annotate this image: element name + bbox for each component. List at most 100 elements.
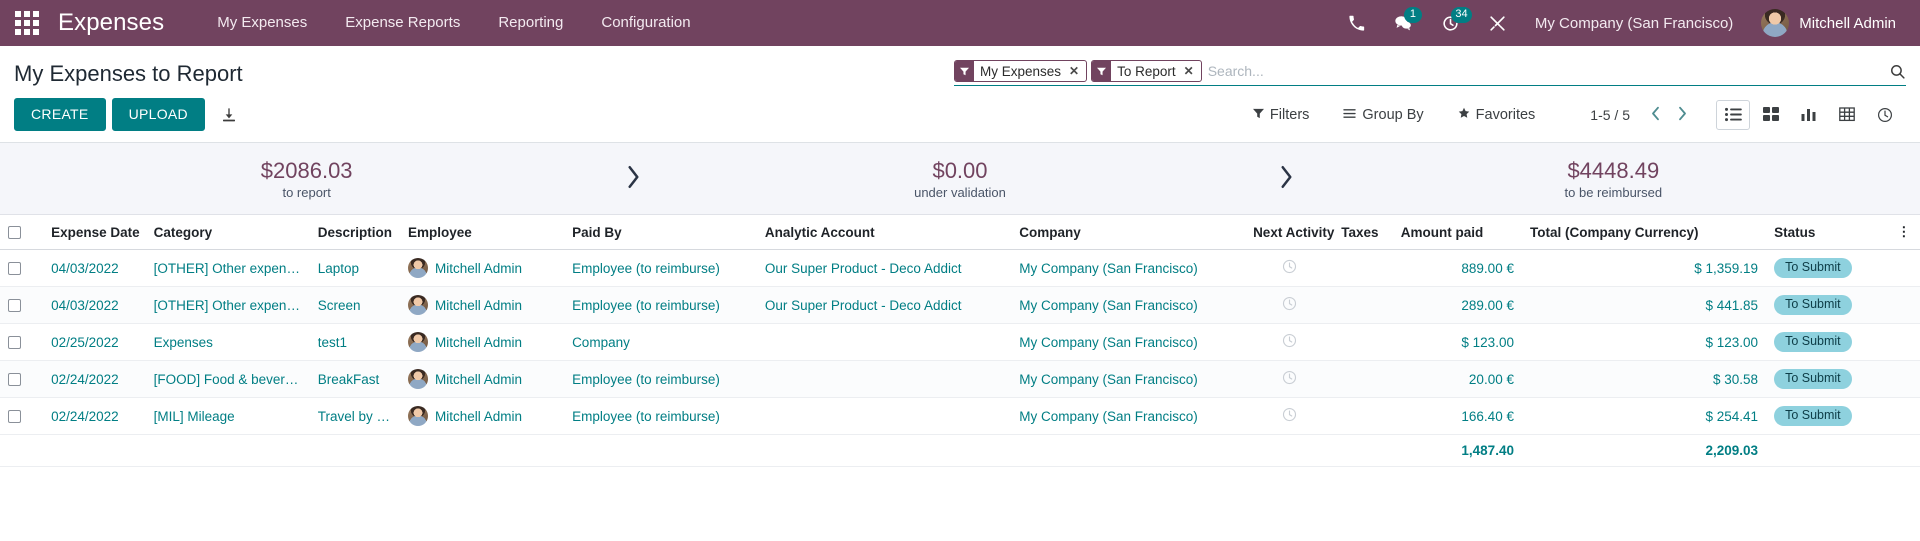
pivot-view-icon[interactable] — [1830, 100, 1864, 130]
kanban-view-icon[interactable] — [1754, 100, 1788, 130]
cell-total: $ 123.00 — [1521, 323, 1767, 361]
cell-company: My Company (San Francisco) — [1011, 323, 1246, 361]
table-row[interactable]: 04/03/2022 [OTHER] Other expenses Screen… — [0, 286, 1920, 324]
table-footer-row: 1,487.40 2,209.03 — [0, 434, 1920, 467]
navbar-right-area: 1 34 My Company (San Francisco) Mitchell… — [1334, 0, 1902, 46]
row-select-cell — [0, 397, 44, 435]
activities-clock-icon[interactable]: 34 — [1427, 0, 1474, 46]
cell-expense-date: 04/03/2022 — [43, 249, 146, 287]
cell-taxes — [1333, 323, 1393, 361]
pager-previous-icon[interactable] — [1642, 106, 1669, 124]
table-row[interactable]: 04/03/2022 [OTHER] Other expenses Laptop… — [0, 249, 1920, 287]
cell-paid-by: Employee (to reimburse) — [564, 286, 757, 324]
cell-taxes — [1333, 397, 1393, 435]
facet-remove-icon[interactable]: ✕ — [1181, 61, 1201, 81]
summary-to-report[interactable]: $2086.03 to report — [0, 158, 613, 200]
employee-name: Mitchell Admin — [434, 297, 523, 313]
header-status[interactable]: Status — [1766, 215, 1890, 250]
employee-avatar — [407, 406, 428, 426]
kebab-menu-icon[interactable]: ⋮ — [1889, 215, 1920, 250]
activity-clock-icon[interactable] — [1282, 259, 1297, 277]
cell-paid-by: Employee (to reimburse) — [564, 249, 757, 287]
row-select-cell — [0, 360, 44, 398]
app-brand-title[interactable]: Expenses — [58, 9, 164, 37]
employee-avatar — [407, 258, 428, 278]
phone-icon[interactable] — [1334, 0, 1379, 46]
activity-clock-icon[interactable] — [1282, 407, 1297, 425]
header-analytic-account[interactable]: Analytic Account — [756, 215, 1012, 250]
header-description[interactable]: Description — [309, 215, 400, 250]
activity-clock-icon[interactable] — [1282, 333, 1297, 351]
header-expense-date[interactable]: Expense Date — [43, 215, 146, 250]
header-paid-by[interactable]: Paid By — [564, 215, 757, 250]
nav-item-reporting[interactable]: Reporting — [479, 0, 582, 46]
row-checkbox[interactable] — [8, 299, 21, 313]
header-next-activity[interactable]: Next Activity — [1245, 215, 1334, 250]
cell-taxes — [1333, 249, 1393, 287]
cell-status: To Submit — [1766, 249, 1890, 287]
nav-item-expense-reports[interactable]: Expense Reports — [326, 0, 479, 46]
employee-avatar — [407, 295, 428, 315]
select-all-checkbox[interactable] — [8, 226, 21, 240]
row-checkbox[interactable] — [8, 373, 21, 387]
summary-under-validation[interactable]: $0.00 under validation — [653, 158, 1266, 200]
cell-category: [OTHER] Other expenses — [145, 286, 310, 324]
header-total[interactable]: Total (Company Currency) — [1521, 215, 1767, 250]
cell-row-menu — [1889, 323, 1920, 361]
header-taxes[interactable]: Taxes — [1333, 215, 1393, 250]
activity-clock-icon[interactable] — [1282, 370, 1297, 388]
activity-view-icon[interactable] — [1868, 100, 1902, 130]
cell-next-activity — [1245, 323, 1334, 361]
row-select-cell — [0, 286, 44, 324]
groupby-dropdown[interactable]: Group By — [1326, 107, 1440, 123]
cell-category: [OTHER] Other expenses — [145, 249, 310, 287]
row-select-cell — [0, 249, 44, 287]
nav-item-my-expenses[interactable]: My Expenses — [198, 0, 326, 46]
facet-my-expenses[interactable]: My Expenses ✕ — [954, 60, 1088, 82]
download-icon[interactable] — [221, 107, 237, 123]
debug-tools-icon[interactable] — [1474, 0, 1521, 46]
cell-category: [FOOD] Food & beverages — [145, 360, 310, 398]
cell-total: $ 254.41 — [1521, 397, 1767, 435]
graph-view-icon[interactable] — [1792, 100, 1826, 130]
row-checkbox[interactable] — [8, 262, 21, 276]
company-switcher[interactable]: My Company (San Francisco) — [1521, 15, 1747, 32]
user-menu[interactable]: Mitchell Admin — [1747, 9, 1902, 37]
header-amount-paid[interactable]: Amount paid — [1392, 215, 1522, 250]
filters-dropdown[interactable]: Filters — [1236, 107, 1326, 123]
row-checkbox[interactable] — [8, 410, 21, 424]
nav-item-configuration[interactable]: Configuration — [582, 0, 709, 46]
cell-category: Expenses — [145, 323, 310, 361]
table-row[interactable]: 02/25/2022 Expenses test1 Mitchell Admin… — [0, 323, 1920, 361]
pager-next-icon[interactable] — [1669, 106, 1696, 124]
employee-name: Mitchell Admin — [434, 260, 523, 276]
create-button[interactable]: CREATE — [14, 98, 106, 131]
activity-clock-icon[interactable] — [1282, 296, 1297, 314]
filter-icon — [955, 61, 974, 81]
row-checkbox[interactable] — [8, 336, 21, 350]
messages-icon[interactable]: 1 — [1379, 0, 1427, 46]
table-header-row: Expense Date Category Description Employ… — [0, 215, 1920, 250]
header-employee[interactable]: Employee — [399, 215, 565, 250]
table-row[interactable]: 02/24/2022 [MIL] Mileage Travel by car M… — [0, 397, 1920, 435]
facet-to-report[interactable]: To Report ✕ — [1091, 60, 1202, 82]
header-category[interactable]: Category — [145, 215, 310, 250]
cell-amount-paid: 889.00 € — [1392, 249, 1522, 287]
favorites-dropdown[interactable]: Favorites — [1441, 107, 1553, 123]
table-row[interactable]: 02/24/2022 [FOOD] Food & beverages Break… — [0, 360, 1920, 398]
upload-button[interactable]: UPLOAD — [111, 98, 205, 131]
facet-remove-icon[interactable]: ✕ — [1066, 61, 1086, 81]
cell-amount-paid: 289.00 € — [1392, 286, 1522, 324]
search-icon[interactable] — [1879, 63, 1906, 80]
header-company[interactable]: Company — [1011, 215, 1246, 250]
filters-label: Filters — [1269, 106, 1310, 123]
control-panel-tools: Filters Group By Favorites 1-5 / 5 — [1236, 99, 1906, 130]
status-badge: To Submit — [1774, 369, 1852, 389]
table-footer: 1,487.40 2,209.03 — [0, 434, 1920, 467]
apps-grid-icon[interactable] — [10, 6, 44, 40]
search-input[interactable] — [1205, 60, 1879, 82]
pager: 1-5 / 5 — [1590, 106, 1696, 124]
summary-to-be-reimbursed[interactable]: $4448.49 to be reimbursed — [1307, 158, 1920, 200]
search-view: My Expenses ✕ To Report ✕ — [954, 60, 1906, 86]
list-view-icon[interactable] — [1716, 99, 1750, 130]
